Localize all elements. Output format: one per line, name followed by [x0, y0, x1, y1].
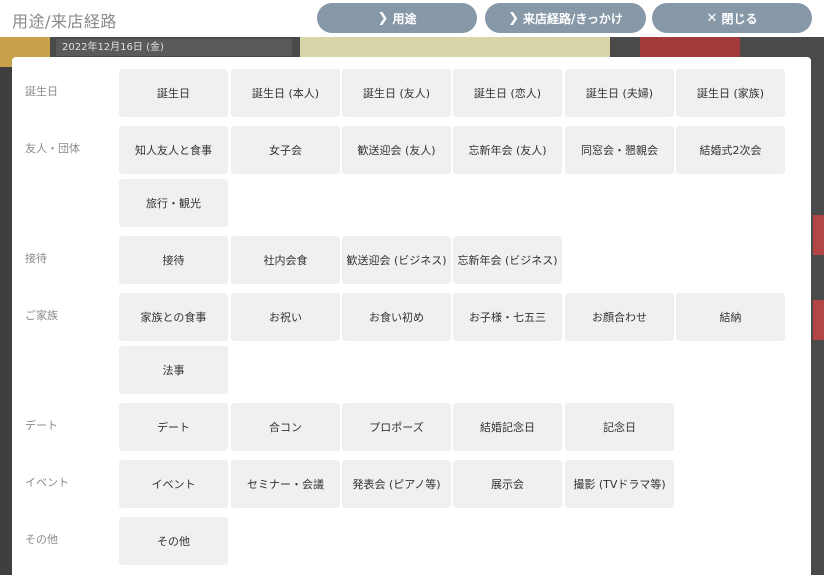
- close-label: 閉じる: [721, 11, 758, 26]
- close-icon: ✕: [706, 10, 718, 26]
- usage-selection-panel: 誕生日 誕生日 誕生日 (本人) 誕生日 (友人) 誕生日 (恋人) 誕生日 (夫婦) 誕生…: [12, 57, 811, 575]
- usage-option-button[interactable]: 歓送迎会 (ビジネス): [342, 236, 451, 284]
- modal-title: 用途/来店経路: [12, 12, 117, 31]
- usage-option-button[interactable]: 誕生日: [119, 69, 228, 117]
- usage-option-button[interactable]: お顔合わせ: [565, 293, 674, 341]
- usage-option-button[interactable]: 誕生日 (友人): [342, 69, 451, 117]
- usage-option-button[interactable]: 忘新年会 (友人): [453, 126, 562, 174]
- route-tab-button[interactable]: ❯ 来店経路/きっかけ: [485, 3, 646, 33]
- route-tab-label: 来店経路/きっかけ: [523, 11, 623, 26]
- category-label: その他: [25, 533, 58, 546]
- usage-option-button[interactable]: 結婚式2次会: [676, 126, 785, 174]
- usage-option-button[interactable]: 展示会: [453, 460, 562, 508]
- usage-option-button[interactable]: 女子会: [231, 126, 340, 174]
- usage-option-button[interactable]: お子様・七五三: [453, 293, 562, 341]
- usage-option-button[interactable]: 誕生日 (夫婦): [565, 69, 674, 117]
- category-label: 接待: [25, 252, 47, 265]
- modal-header: 用途/来店経路 ❯ 用途 ❯ 来店経路/きっかけ ✕ 閉じる: [0, 0, 824, 37]
- usage-option-button[interactable]: 記念日: [565, 403, 674, 451]
- usage-option-button[interactable]: 誕生日 (本人): [231, 69, 340, 117]
- category-label: ご家族: [25, 309, 58, 322]
- background-notice-bar: [300, 37, 610, 57]
- usage-option-button[interactable]: 知人友人と食事: [119, 126, 228, 174]
- usage-option-button[interactable]: 旅行・観光: [119, 179, 228, 227]
- category-label: イベント: [25, 476, 69, 489]
- usage-option-button[interactable]: 誕生日 (家族): [676, 69, 785, 117]
- usage-tab-button[interactable]: ❯ 用途: [317, 3, 477, 33]
- usage-option-button[interactable]: お祝い: [231, 293, 340, 341]
- usage-option-button[interactable]: セミナー・会議: [231, 460, 340, 508]
- usage-option-button[interactable]: 合コン: [231, 403, 340, 451]
- usage-option-button[interactable]: 発表会 (ピアノ等): [342, 460, 451, 508]
- close-button[interactable]: ✕ 閉じる: [652, 3, 812, 33]
- usage-option-button[interactable]: 忘新年会 (ビジネス): [453, 236, 562, 284]
- usage-option-button[interactable]: イベント: [119, 460, 228, 508]
- background-right-red-block-2: [813, 300, 824, 340]
- usage-option-button[interactable]: 同窓会・懇親会: [565, 126, 674, 174]
- usage-option-button[interactable]: プロポーズ: [342, 403, 451, 451]
- usage-option-button[interactable]: 接待: [119, 236, 228, 284]
- usage-option-button[interactable]: 誕生日 (恋人): [453, 69, 562, 117]
- chevron-right-icon: ❯: [508, 10, 519, 26]
- usage-option-button[interactable]: 社内会食: [231, 236, 340, 284]
- usage-option-button[interactable]: 結婚記念日: [453, 403, 562, 451]
- usage-option-button[interactable]: 撮影 (TVドラマ等): [565, 460, 674, 508]
- usage-option-button[interactable]: その他: [119, 517, 228, 565]
- usage-option-button[interactable]: お食い初め: [342, 293, 451, 341]
- background-date-field: 2022年12月16日 (金): [56, 39, 292, 56]
- usage-option-button[interactable]: 家族との食事: [119, 293, 228, 341]
- category-label: デート: [25, 419, 58, 432]
- usage-option-button[interactable]: 法事: [119, 346, 228, 394]
- background-right-red-block: [813, 215, 824, 255]
- usage-option-button[interactable]: 結納: [676, 293, 785, 341]
- usage-tab-label: 用途: [392, 11, 417, 26]
- usage-option-button[interactable]: 歓送迎会 (友人): [342, 126, 451, 174]
- category-label: 誕生日: [25, 85, 58, 98]
- background-red-block: [640, 37, 740, 57]
- chevron-right-icon: ❯: [377, 10, 389, 26]
- category-label: 友人・団体: [25, 142, 80, 155]
- usage-option-button[interactable]: デート: [119, 403, 228, 451]
